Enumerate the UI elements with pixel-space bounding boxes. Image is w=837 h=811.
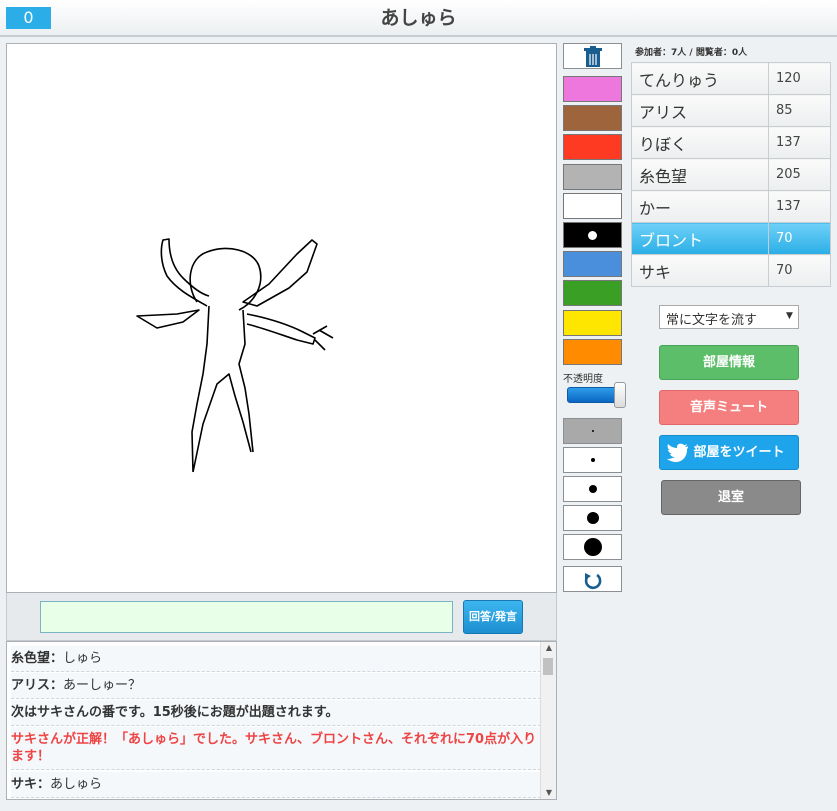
- chat-text: あしゅら: [50, 777, 103, 792]
- scoreboard-row: ブロント 70: [631, 222, 831, 255]
- player-score: 137: [768, 126, 831, 159]
- chat-user-name: アリス: [11, 678, 51, 693]
- text-flow-select[interactable]: 常に文字を流す: [659, 305, 799, 329]
- chat-message: 糸色望：しゅら: [11, 646, 541, 672]
- player-score: 120: [768, 62, 831, 95]
- pen-size-dot: [592, 430, 594, 432]
- scoreboard-row: かー 137: [631, 190, 831, 223]
- scoreboard-row: りぼく 137: [631, 126, 831, 159]
- answer-input[interactable]: [40, 601, 453, 633]
- color-swatch[interactable]: [563, 309, 622, 336]
- pen-size-button[interactable]: [563, 476, 622, 502]
- pen-size-button[interactable]: [563, 447, 622, 473]
- chat-separator: ：: [37, 777, 51, 792]
- drawing-canvas[interactable]: [6, 43, 557, 593]
- player-score: 70: [768, 254, 831, 287]
- chat-separator: ：: [50, 678, 64, 693]
- player-name: てんりゅう: [631, 62, 769, 95]
- scoreboard-row: アリス 85: [631, 94, 831, 127]
- pen-size-button[interactable]: [563, 534, 622, 560]
- scoreboard: てんりゅう 120 アリス 85 りぼく 137 糸色望 205 かー 137 ブロント 70 サキ 70: [631, 62, 831, 287]
- color-swatch[interactable]: [563, 280, 622, 307]
- player-name: サキ: [631, 254, 769, 287]
- chat-system-message: 次はサキさんの番です。15秒後にお題が出題されます。: [11, 700, 541, 726]
- chat-user-name: 糸色望: [11, 651, 51, 666]
- player-name: りぼく: [631, 126, 769, 159]
- color-swatch[interactable]: [563, 76, 622, 102]
- pen-size-dot: [591, 458, 595, 462]
- color-swatch[interactable]: [563, 222, 622, 248]
- player-score: 137: [768, 190, 831, 223]
- undo-icon: [584, 573, 602, 590]
- scroll-up-arrow-icon[interactable]: ▲: [541, 642, 557, 654]
- scoreboard-row: サキ 70: [631, 254, 831, 287]
- selected-indicator: [588, 231, 597, 240]
- opacity-slider-thumb[interactable]: [614, 382, 626, 408]
- chat-log: 糸色望：しゅら アリス：あーしゅー？ 次はサキさんの番です。15秒後にお題が出題…: [6, 641, 557, 800]
- chat-message: アリス：あーしゅー？: [11, 673, 541, 699]
- color-swatch[interactable]: [563, 192, 622, 219]
- exit-room-button[interactable]: 退室: [661, 480, 801, 515]
- player-name: アリス: [631, 94, 769, 127]
- text-flow-select-value: 常に文字を流す: [666, 313, 758, 328]
- pen-size-dot: [589, 485, 597, 493]
- player-name: 糸色望: [631, 158, 769, 191]
- chat-user-name: サキ: [11, 777, 38, 792]
- page-title: あしゅら: [380, 7, 457, 29]
- clear-canvas-button[interactable]: [563, 43, 622, 69]
- scroll-down-arrow-icon[interactable]: ▼: [541, 787, 557, 799]
- player-score: 205: [768, 158, 831, 191]
- chat-scroll-thumb[interactable]: [543, 658, 553, 675]
- answer-submit-button[interactable]: 回答/発言: [463, 600, 523, 634]
- room-info-button[interactable]: 部屋情報: [659, 345, 799, 380]
- mute-button[interactable]: 音声ミュート: [659, 390, 799, 425]
- chat-message: サキ：あしゅら: [11, 772, 541, 798]
- twitter-bird-icon: [666, 442, 690, 478]
- chat-correct-message: サキさんが正解！「あしゅら」でした。サキさん、ブロントさん、それぞれに70点が入…: [11, 727, 541, 770]
- undo-button[interactable]: [563, 566, 622, 592]
- color-swatch[interactable]: [563, 105, 622, 132]
- drawing-image: [136, 238, 334, 473]
- player-score: 70: [768, 222, 831, 255]
- color-swatch[interactable]: [563, 163, 622, 190]
- color-swatch[interactable]: [563, 134, 622, 161]
- chat-separator: ：: [50, 651, 64, 666]
- participant-count: 参加者：7人 / 閲覧者：0人: [635, 48, 748, 58]
- chat-text: あーしゅー？: [63, 678, 142, 693]
- color-swatch[interactable]: [563, 338, 622, 365]
- player-name: ブロント: [631, 222, 769, 255]
- pen-size-dot: [587, 512, 599, 524]
- pen-size-button[interactable]: [563, 418, 622, 444]
- tweet-room-button[interactable]: 部屋をツイート: [659, 435, 799, 470]
- color-swatch[interactable]: [563, 251, 622, 278]
- pen-size-dot: [584, 538, 602, 556]
- chat-text: しゅら: [63, 651, 103, 666]
- trash-icon: [584, 46, 602, 67]
- player-score: 85: [768, 94, 831, 127]
- scoreboard-row: てんりゅう 120: [631, 62, 831, 95]
- chevron-down-icon: ▼: [786, 311, 793, 321]
- tweet-room-label: 部屋をツイート: [693, 445, 785, 460]
- pen-size-button[interactable]: [563, 505, 622, 531]
- opacity-label: 不透明度: [563, 374, 603, 385]
- scoreboard-row: 糸色望 205: [631, 158, 831, 191]
- opacity-slider[interactable]: [567, 387, 621, 403]
- player-name: かー: [631, 190, 769, 223]
